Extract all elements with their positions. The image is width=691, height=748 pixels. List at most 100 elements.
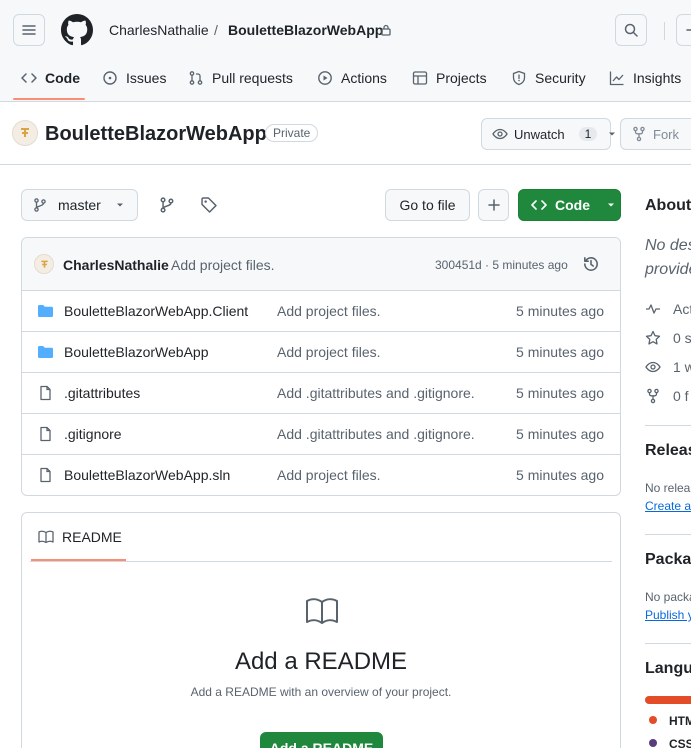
- watching-link[interactable]: 1 w: [673, 359, 691, 375]
- branches-icon[interactable]: [158, 196, 176, 214]
- branch-selector[interactable]: master: [21, 189, 138, 221]
- file-commit-message[interactable]: Add project files.: [277, 467, 381, 483]
- file-commit-message[interactable]: Add project files.: [277, 303, 381, 319]
- tab-pull-requests[interactable]: Pull requests: [188, 62, 293, 94]
- tab-pull-requests-label: Pull requests: [212, 70, 293, 86]
- go-to-file-label: Go to file: [399, 197, 456, 213]
- commit-author-avatar[interactable]: [34, 254, 54, 274]
- table-row[interactable]: .gitattributes Add .gitattributes and .g…: [22, 373, 620, 414]
- plus-icon: [486, 197, 502, 213]
- language-dot-css: [649, 739, 657, 747]
- menu-button[interactable]: [13, 14, 45, 46]
- code-button[interactable]: Code: [518, 189, 621, 221]
- history-icon[interactable]: [582, 255, 600, 273]
- tab-code[interactable]: Code: [21, 62, 80, 94]
- file-name[interactable]: BouletteBlazorWebApp: [64, 344, 249, 360]
- issue-icon: [102, 70, 118, 86]
- code-icon: [531, 197, 547, 213]
- repo-name[interactable]: BouletteBlazorWebApp: [45, 121, 267, 147]
- file-commit-message[interactable]: Add .gitattributes and .gitignore.: [277, 426, 475, 442]
- file-name[interactable]: BouletteBlazorWebApp.Client: [64, 303, 249, 319]
- search-icon: [623, 22, 639, 38]
- unwatch-button[interactable]: Unwatch 1: [481, 118, 616, 150]
- tab-projects-label: Projects: [436, 70, 487, 86]
- file-commit-message[interactable]: Add project files.: [277, 344, 381, 360]
- code-button-label: Code: [555, 197, 590, 213]
- sidebar-divider: [645, 643, 691, 644]
- releases-heading[interactable]: Releas: [645, 442, 691, 460]
- table-row[interactable]: BouletteBlazorWebApp Add project files. …: [22, 332, 620, 373]
- commit-message[interactable]: Add project files.: [171, 257, 275, 273]
- code-icon: [21, 70, 37, 86]
- language-dot-html: [649, 716, 657, 724]
- fork-icon: [631, 126, 647, 142]
- file-name[interactable]: .gitattributes: [64, 385, 249, 401]
- table-row[interactable]: BouletteBlazorWebApp.Client Add project …: [22, 291, 620, 332]
- shield-icon: [511, 70, 527, 86]
- tab-actions[interactable]: Actions: [317, 62, 387, 94]
- folder-icon: [37, 344, 54, 360]
- plus-icon: [684, 22, 691, 38]
- play-icon: [317, 70, 333, 86]
- fork-icon: [645, 388, 661, 404]
- commit-hash-time[interactable]: 300451d · 5 minutes ago: [435, 258, 568, 272]
- add-file-button[interactable]: [478, 189, 509, 221]
- tab-projects[interactable]: Projects: [412, 62, 487, 94]
- file-commit-message[interactable]: Add .gitattributes and .gitignore.: [277, 385, 475, 401]
- tag-icon[interactable]: [200, 196, 218, 214]
- activity-link[interactable]: Act: [673, 301, 691, 317]
- search-button[interactable]: [615, 14, 647, 46]
- breadcrumb-owner[interactable]: CharlesNathalie: [109, 21, 209, 39]
- file-commit-time: 5 minutes ago: [516, 467, 604, 483]
- fork-label: Fork: [653, 126, 679, 142]
- table-row[interactable]: BouletteBlazorWebApp.sln Add project fil…: [22, 455, 620, 495]
- chevron-down-icon: [606, 200, 616, 210]
- releases-text: No relea: [645, 481, 691, 495]
- fork-button[interactable]: Fork: [620, 118, 691, 150]
- file-table: CharlesNathalie Add project files. 30045…: [21, 237, 621, 496]
- about-heading: About: [645, 197, 691, 214]
- language-css[interactable]: CSS: [669, 737, 691, 748]
- file-commit-time: 5 minutes ago: [516, 344, 604, 360]
- language-bar: [645, 696, 691, 704]
- unwatch-label: Unwatch: [514, 126, 565, 142]
- table-row[interactable]: .gitignore Add .gitattributes and .gitig…: [22, 414, 620, 455]
- readme-panel: README Add a README Add a README with an…: [21, 512, 621, 748]
- branch-name: master: [58, 197, 101, 213]
- file-name[interactable]: BouletteBlazorWebApp.sln: [64, 467, 249, 483]
- hamburger-icon: [21, 22, 37, 38]
- packages-heading[interactable]: Packag: [645, 551, 691, 569]
- forks-link[interactable]: 0 f: [673, 388, 689, 404]
- tab-insights-label: Insights: [633, 70, 682, 86]
- tab-security[interactable]: Security: [511, 62, 586, 94]
- file-name[interactable]: .gitignore: [64, 426, 249, 442]
- file-icon: [37, 385, 54, 401]
- add-readme-button[interactable]: Add a README: [260, 732, 383, 748]
- breadcrumb-repo[interactable]: BouletteBlazorWebApp: [228, 21, 383, 39]
- readme-tab-label: README: [62, 529, 122, 545]
- pull-request-icon: [188, 70, 204, 86]
- readme-description: Add a README with an overview of your pr…: [190, 685, 452, 699]
- eye-icon: [645, 359, 661, 375]
- file-commit-time: 5 minutes ago: [516, 426, 604, 442]
- commit-author[interactable]: CharlesNathalie: [63, 257, 169, 273]
- breadcrumb-separator: /: [214, 22, 218, 38]
- publish-package-link[interactable]: Publish y: [645, 608, 691, 622]
- go-to-file-button[interactable]: Go to file: [385, 189, 470, 221]
- file-commit-time: 5 minutes ago: [516, 303, 604, 319]
- tab-insights[interactable]: Insights: [609, 62, 681, 94]
- readme-tab[interactable]: README: [38, 529, 122, 545]
- owner-avatar[interactable]: [12, 120, 38, 146]
- readme-divider: [30, 561, 612, 562]
- github-logo-icon[interactable]: [61, 14, 93, 46]
- stars-link[interactable]: 0 s: [673, 330, 691, 346]
- table-icon: [412, 70, 428, 86]
- create-new-button[interactable]: [676, 14, 691, 46]
- packages-text: No packa: [645, 590, 691, 604]
- language-html[interactable]: HTM: [669, 714, 691, 728]
- file-commit-time: 5 minutes ago: [516, 385, 604, 401]
- create-release-link[interactable]: Create a: [645, 499, 691, 513]
- star-icon: [645, 330, 661, 346]
- tab-issues[interactable]: Issues: [102, 62, 166, 94]
- visibility-badge: Private: [265, 124, 319, 142]
